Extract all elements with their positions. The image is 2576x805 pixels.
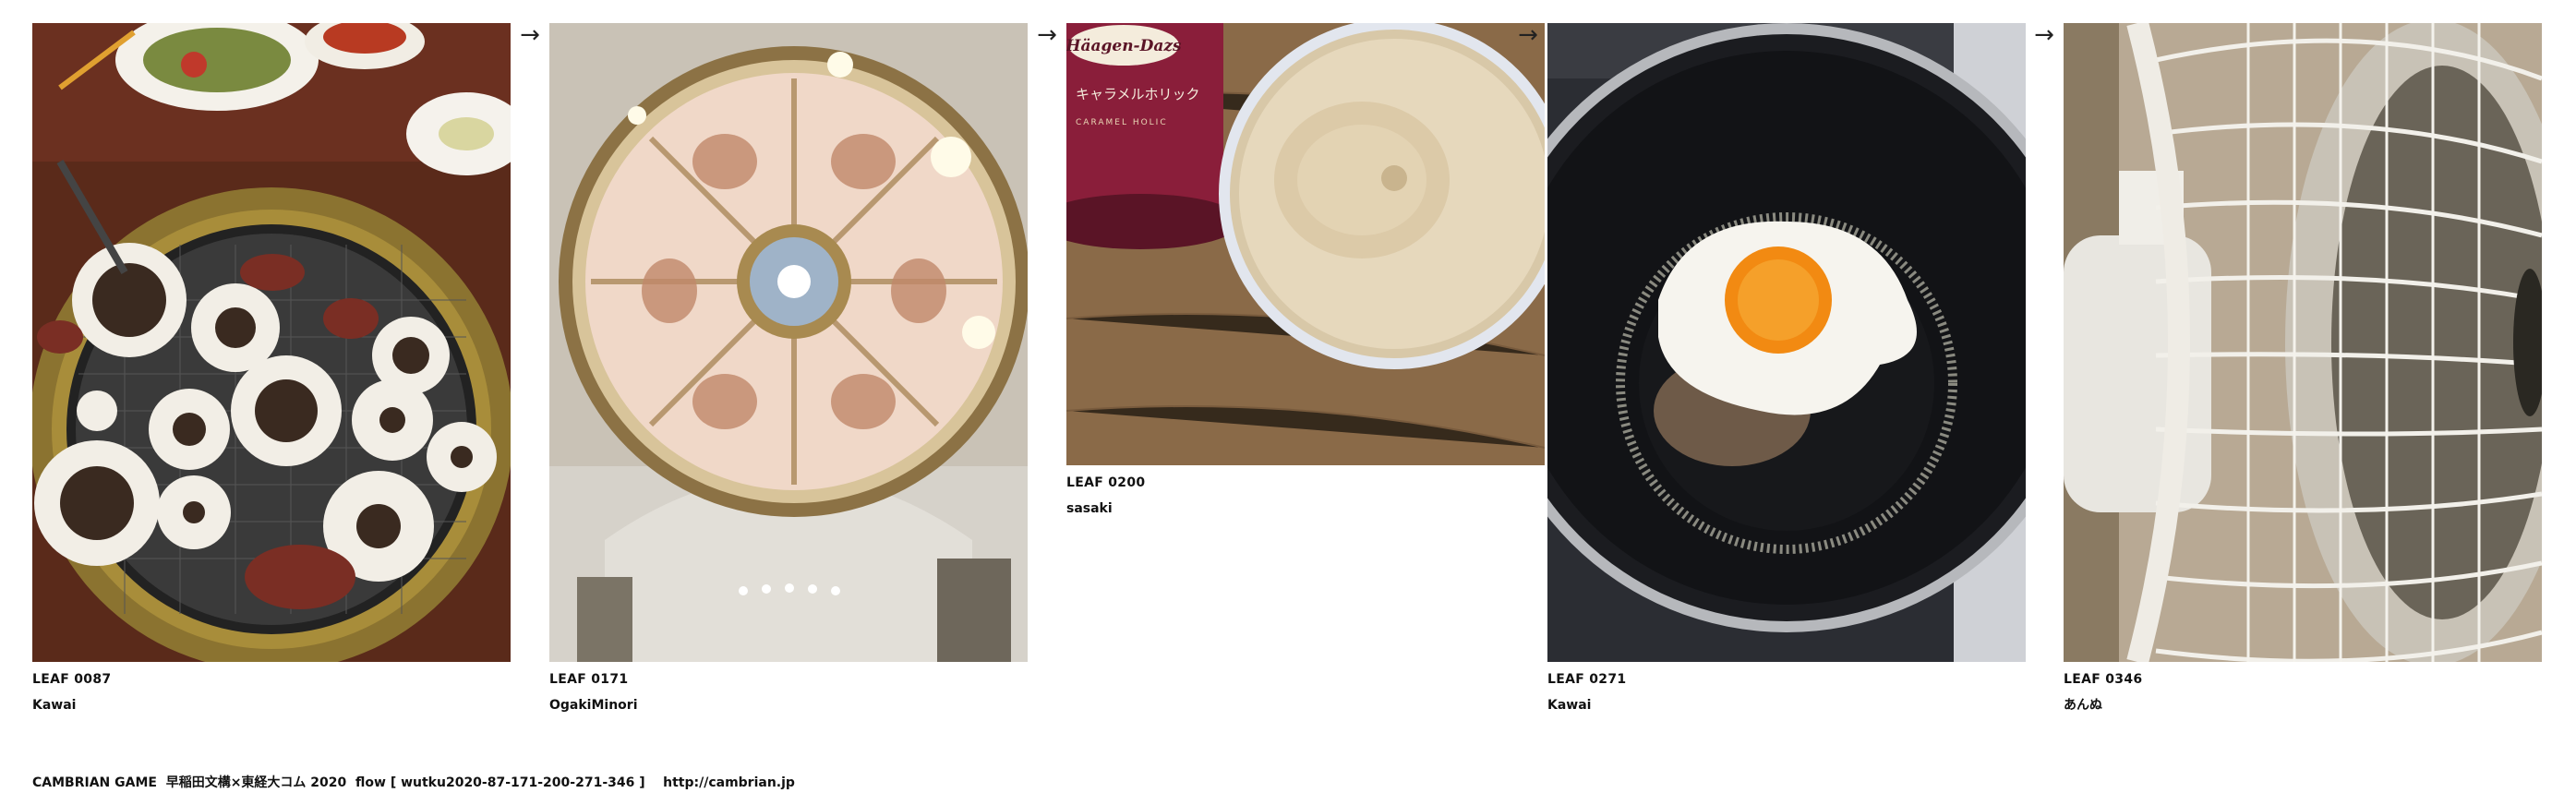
brand-text: Häagen-Dazs xyxy=(1066,37,1182,55)
yakiniku-grill-photo[interactable] xyxy=(32,23,511,662)
author-name[interactable]: あんぬ xyxy=(2064,697,2542,714)
footer-credit: CAMBRIAN GAME 早稲田文構×東経大コム 2020 flow [ wu… xyxy=(32,775,795,790)
leaf-card-0271[interactable]: LEAF 0271 Kawai xyxy=(1547,23,2026,714)
electric-fan-photo[interactable] xyxy=(2064,23,2542,662)
flavor-label-text: キャラメルホリック xyxy=(1076,86,1200,102)
leaf-id: LEAF 0087 xyxy=(32,672,112,687)
flow-arrow-icon: → xyxy=(520,21,540,49)
leaf-card-0200[interactable]: Häagen-Dazs キャラメルホリック CARAMEL HOLIC LEAF… xyxy=(1066,23,1545,517)
fried-egg-pan-photo[interactable] xyxy=(1547,23,2026,662)
leaf-card-0346[interactable]: LEAF 0346 あんぬ xyxy=(2064,23,2542,714)
leaf-id: LEAF 0200 xyxy=(1066,475,1146,490)
leaf-card-0087[interactable]: LEAF 0087 Kawai xyxy=(32,23,511,714)
leaf-id: LEAF 0171 xyxy=(549,672,629,687)
leaf-id: LEAF 0271 xyxy=(1547,672,1627,687)
flow-arrow-icon: → xyxy=(1518,21,1538,49)
flavor-sublabel-text: CARAMEL HOLIC xyxy=(1076,118,1168,127)
flow-arrow-icon: → xyxy=(1037,21,1057,49)
leaf-card-0171[interactable]: LEAF 0171 OgakiMinori xyxy=(549,23,1028,714)
author-name[interactable]: OgakiMinori xyxy=(549,697,1028,714)
haagen-dazs-ice-cream-photo[interactable]: Häagen-Dazs キャラメルホリック CARAMEL HOLIC xyxy=(1066,23,1545,465)
cathedral-dome-photo[interactable] xyxy=(549,23,1028,662)
flow-arrow-icon: → xyxy=(2034,21,2054,49)
leaf-id: LEAF 0346 xyxy=(2064,672,2143,687)
author-name[interactable]: Kawai xyxy=(32,697,511,714)
author-name[interactable]: sasaki xyxy=(1066,500,1545,517)
author-name[interactable]: Kawai xyxy=(1547,697,2026,714)
